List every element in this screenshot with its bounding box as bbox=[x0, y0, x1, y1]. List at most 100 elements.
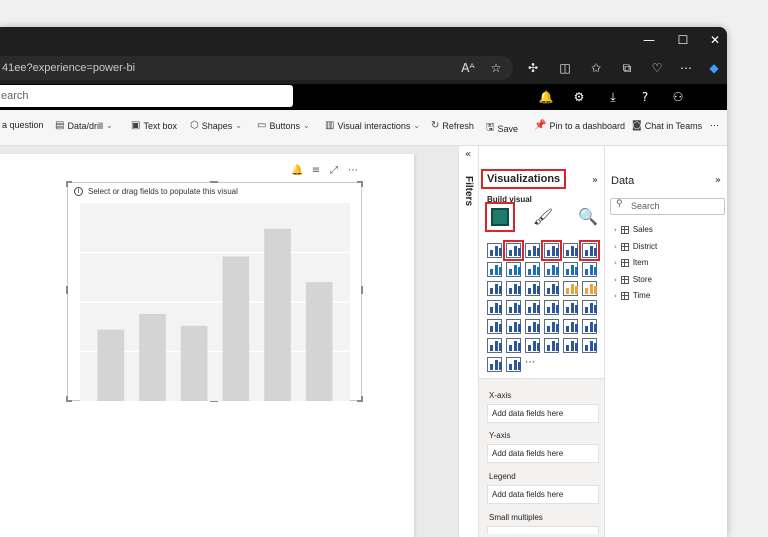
more-visuals-icon[interactable]: ⋯ bbox=[525, 357, 540, 372]
ribbon-chart-icon[interactable] bbox=[544, 262, 559, 277]
address-bar[interactable]: 41ee?experience=power-bi bbox=[0, 56, 513, 80]
table-store[interactable]: › Store bbox=[614, 275, 652, 284]
resize-handle[interactable] bbox=[66, 286, 68, 294]
waterfall-chart-icon[interactable] bbox=[487, 281, 502, 296]
treemap-icon[interactable] bbox=[487, 300, 502, 315]
report-page[interactable]: i Select or drag fields to populate this… bbox=[0, 154, 414, 537]
map-icon[interactable] bbox=[525, 281, 540, 296]
key-influencers-icon[interactable] bbox=[582, 319, 597, 334]
pin-to-dashboard-button[interactable]: 📌 Pin to a dashboard bbox=[534, 120, 625, 131]
line-stacked-column-icon[interactable] bbox=[582, 262, 597, 277]
table-time[interactable]: › Time bbox=[614, 291, 650, 300]
qa-icon[interactable] bbox=[506, 338, 521, 353]
clustered-column-visual[interactable]: i Select or drag fields to populate this… bbox=[66, 181, 363, 402]
maximize-button[interactable]: ☐ bbox=[675, 32, 691, 48]
slicer-icon[interactable] bbox=[525, 319, 540, 334]
refresh-button[interactable]: ↻ Refresh bbox=[431, 120, 474, 131]
trophy-icon[interactable] bbox=[544, 338, 559, 353]
shapes-button[interactable]: ⬡ Shapes ⌄ bbox=[190, 120, 242, 131]
text-box-button[interactable]: ▣ Text box bbox=[131, 120, 177, 131]
pie-chart-icon[interactable] bbox=[563, 281, 578, 296]
100-stacked-bar-chart-icon[interactable] bbox=[563, 243, 578, 258]
gauge-icon[interactable] bbox=[563, 300, 578, 315]
shape-map-icon[interactable] bbox=[525, 300, 540, 315]
visual-interactions-button[interactable]: ▥ Visual interactions ⌄ bbox=[325, 120, 420, 131]
power-automate-arrow-icon[interactable] bbox=[506, 357, 521, 372]
extensions-icon[interactable]: ✣ bbox=[525, 60, 541, 76]
analytics-icon[interactable]: 🔍 bbox=[576, 205, 600, 229]
area-chart-icon[interactable] bbox=[506, 262, 521, 277]
donut-chart-icon[interactable] bbox=[582, 281, 597, 296]
collections-icon[interactable]: ⧉ bbox=[619, 60, 635, 76]
clustered-column-chart-icon[interactable] bbox=[541, 240, 562, 261]
stacked-bar-chart-icon[interactable] bbox=[487, 243, 502, 258]
smart-narrative-icon[interactable] bbox=[487, 357, 502, 372]
read-aloud-icon[interactable]: Aᴬ bbox=[460, 60, 476, 76]
resize-handle[interactable] bbox=[361, 181, 363, 187]
favorites-icon[interactable]: ✩ bbox=[588, 60, 604, 76]
resize-handle[interactable] bbox=[361, 286, 363, 294]
global-search-input[interactable]: earch bbox=[0, 85, 293, 107]
build-visual-icon[interactable] bbox=[485, 202, 515, 232]
save-button[interactable]: 🖫 Save bbox=[486, 120, 518, 137]
favorite-star-icon[interactable]: ☆ bbox=[488, 60, 504, 76]
settings-gear-icon[interactable]: ⚙ bbox=[571, 89, 587, 105]
browser-essentials-icon[interactable]: ♡ bbox=[649, 60, 665, 76]
y-axis-well[interactable]: Add data fields here bbox=[487, 444, 599, 463]
resize-handle[interactable] bbox=[66, 181, 68, 187]
decomposition-tree-icon[interactable] bbox=[487, 338, 502, 353]
filters-pane-collapsed[interactable]: « Filters bbox=[458, 146, 478, 537]
card-icon[interactable] bbox=[582, 300, 597, 315]
table-icon[interactable] bbox=[544, 319, 559, 334]
legend-well[interactable]: Add data fields here bbox=[487, 485, 599, 504]
multi-row-card-icon[interactable] bbox=[487, 319, 502, 334]
resize-handle[interactable] bbox=[210, 181, 218, 183]
filled-map-icon[interactable] bbox=[506, 300, 521, 315]
small-multiples-well[interactable] bbox=[487, 526, 599, 534]
filter-icon[interactable]: ≡ bbox=[310, 165, 322, 176]
resize-handle[interactable] bbox=[66, 396, 68, 402]
visual-more-icon[interactable]: ⋯ bbox=[347, 165, 359, 176]
format-visual-icon[interactable]: 🖌 bbox=[531, 205, 555, 229]
clustered-bar-chart-icon[interactable] bbox=[525, 243, 540, 258]
minimize-button[interactable]: — bbox=[641, 32, 657, 48]
stacked-area-chart-icon[interactable] bbox=[525, 262, 540, 277]
data-drill-button[interactable]: ▤ Data/drill ⌄ bbox=[55, 120, 113, 131]
100-stacked-column-chart-icon[interactable] bbox=[579, 240, 600, 261]
download-icon[interactable]: ⤓ bbox=[605, 89, 621, 105]
copilot-icon[interactable]: ◆ bbox=[706, 60, 722, 76]
ask-a-question-button[interactable]: a question bbox=[2, 120, 44, 130]
table-item[interactable]: › Item bbox=[614, 258, 648, 267]
filters-label[interactable]: Filters bbox=[463, 176, 474, 206]
kpi-icon[interactable] bbox=[506, 319, 521, 334]
funnel-chart-icon[interactable] bbox=[506, 281, 521, 296]
chat-in-teams-button[interactable]: ◙ Chat in Teams bbox=[632, 120, 702, 131]
notification-icon[interactable]: 🔔 bbox=[291, 165, 303, 176]
line-clustered-column-icon[interactable] bbox=[563, 262, 578, 277]
azure-map-icon[interactable] bbox=[544, 300, 559, 315]
line-chart-icon[interactable] bbox=[487, 262, 502, 277]
stacked-column-chart-icon[interactable] bbox=[503, 240, 524, 261]
power-automate-icon[interactable] bbox=[582, 338, 597, 353]
help-icon[interactable]: ? bbox=[637, 89, 653, 105]
collapse-visualizations-icon[interactable]: » bbox=[592, 175, 598, 186]
focus-mode-icon[interactable]: ⤢ bbox=[328, 165, 340, 176]
close-button[interactable]: ✕ bbox=[707, 32, 723, 48]
resize-handle[interactable] bbox=[361, 396, 363, 402]
table-district[interactable]: › District bbox=[614, 242, 657, 251]
collapse-data-icon[interactable]: » bbox=[715, 175, 721, 186]
notifications-icon[interactable]: 🔔 bbox=[538, 89, 554, 105]
paginated-report-icon[interactable] bbox=[525, 338, 540, 353]
expand-filters-icon[interactable]: « bbox=[465, 149, 471, 160]
x-axis-well[interactable]: Add data fields here bbox=[487, 404, 599, 423]
table-sales[interactable]: › Sales bbox=[614, 225, 653, 234]
matrix-icon[interactable] bbox=[563, 319, 578, 334]
scatter-chart-icon[interactable] bbox=[544, 281, 559, 296]
split-screen-icon[interactable]: ◫ bbox=[557, 60, 573, 76]
buttons-button[interactable]: ▭ Buttons ⌄ bbox=[257, 120, 310, 131]
power-apps-icon[interactable] bbox=[563, 338, 578, 353]
more-icon[interactable]: ⋯ bbox=[678, 60, 694, 76]
share-icon[interactable]: ⚇ bbox=[670, 89, 686, 105]
ribbon-more-button[interactable]: ⋯ bbox=[710, 120, 719, 131]
data-search-input[interactable]: ⚲ Search bbox=[610, 198, 725, 215]
